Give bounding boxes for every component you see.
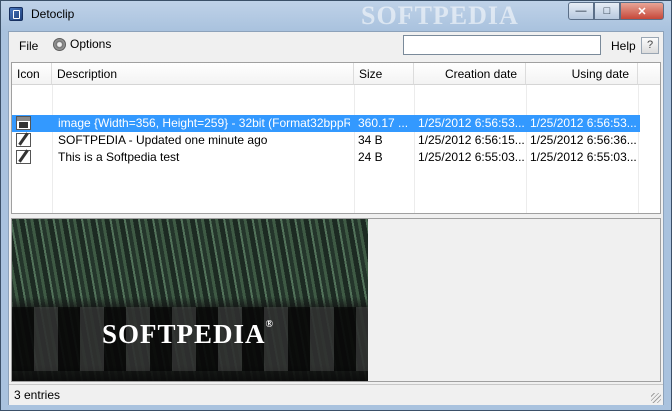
maximize-icon: □ — [603, 5, 611, 17]
row-size: 34 B — [358, 133, 383, 147]
title-bar[interactable]: Detoclip SOFTPEDIA — □ ✕ — [1, 1, 671, 31]
menu-file[interactable]: File — [19, 39, 38, 53]
table-row[interactable]: SOFTPEDIA - Updated one minute ago 34 B … — [12, 132, 640, 149]
window-title: Detoclip — [31, 7, 75, 21]
question-icon: ? — [646, 39, 654, 51]
column-header-description[interactable]: Description — [52, 63, 354, 85]
row-using-date: 1/25/2012 6:56:36... — [530, 133, 637, 147]
preview-pane: SOFTPEDIA® — [11, 218, 661, 382]
gear-icon — [53, 37, 66, 51]
column-header-filler — [638, 63, 660, 85]
column-header-creation-date[interactable]: Creation date — [414, 63, 526, 85]
row-size: 24 B — [358, 150, 383, 164]
registered-mark: ® — [265, 319, 275, 330]
status-bar: 3 entries — [9, 384, 663, 405]
clip-list[interactable]: Icon Description Size Creation date Usin… — [11, 62, 661, 214]
text-icon — [16, 150, 31, 164]
watermark-logo: SOFTPEDIA — [361, 1, 519, 30]
row-description: SOFTPEDIA - Updated one minute ago — [58, 133, 268, 147]
row-description: This is a Softpedia test — [58, 150, 180, 164]
text-icon — [16, 133, 31, 147]
help-question-button[interactable]: ? — [641, 37, 659, 54]
menu-options[interactable]: Options — [53, 37, 111, 51]
column-header-icon[interactable]: Icon — [12, 63, 52, 85]
row-using-date: 1/25/2012 6:55:03... — [530, 150, 637, 164]
app-window: Detoclip SOFTPEDIA — □ ✕ File Options He… — [0, 0, 672, 411]
minimize-icon: — — [575, 5, 587, 17]
image-icon — [16, 116, 31, 130]
row-creation-date: 1/25/2012 6:56:15... — [418, 133, 524, 147]
client-area: File Options Help ? Icon Description Siz… — [8, 31, 664, 405]
close-button[interactable]: ✕ — [620, 2, 664, 20]
table-row[interactable]: This is a Softpedia test 24 B 1/25/2012 … — [12, 149, 640, 166]
row-size: 360.17 ... — [358, 116, 409, 130]
column-header-size[interactable]: Size — [354, 63, 414, 85]
status-entries-count: 3 entries — [14, 388, 61, 402]
table-row[interactable]: image {Width=356, Height=259} - 32bit (F… — [12, 115, 640, 132]
row-creation-date: 1/25/2012 6:56:53... — [418, 116, 524, 130]
preview-image: SOFTPEDIA® — [12, 219, 368, 381]
preview-logo-text: SOFTPEDIA® — [102, 319, 274, 350]
menu-bar: File Options Help ? — [9, 32, 663, 60]
row-creation-date: 1/25/2012 6:55:03... — [418, 150, 524, 164]
search-input[interactable] — [403, 35, 601, 55]
menu-options-label: Options — [70, 37, 112, 51]
app-clipboard-icon — [9, 7, 23, 21]
menu-help[interactable]: Help — [611, 39, 636, 53]
row-description: image {Width=356, Height=259} - 32bit (F… — [58, 116, 350, 130]
preview-logo-word: SOFTPEDIA — [102, 319, 266, 349]
maximize-button[interactable]: □ — [594, 2, 620, 20]
minimize-button[interactable]: — — [568, 2, 594, 20]
close-icon: ✕ — [637, 5, 647, 18]
column-header-using-date[interactable]: Using date — [526, 63, 638, 85]
row-using-date: 1/25/2012 6:56:53... — [530, 116, 637, 130]
resize-grip-icon[interactable] — [651, 393, 661, 403]
window-controls: — □ ✕ — [568, 2, 664, 20]
